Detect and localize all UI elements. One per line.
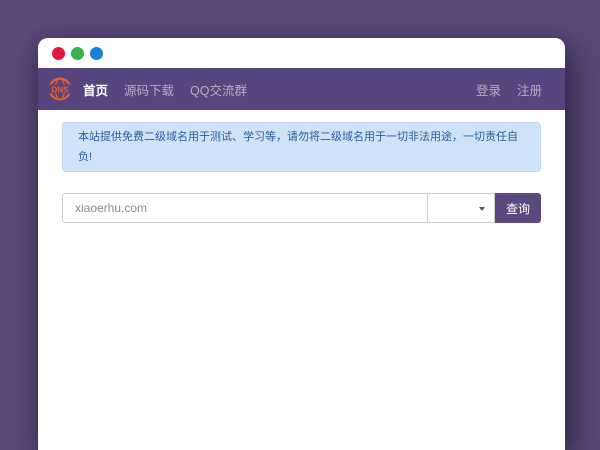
nav-item-qq-group[interactable]: QQ交流群 [190,80,247,99]
domain-input[interactable] [62,193,427,223]
logo-text: DNS [52,85,70,94]
info-alert: 本站提供免费二级域名用于测试、学习等，请勿将二级域名用于一切非法用途，一切责任自… [62,122,541,172]
dns-globe-logo-icon[interactable]: DNS [48,77,72,101]
browser-window: DNS 首页 源码下载 QQ交流群 登录 注册 本站提供免费二级域名用于测试、学… [38,38,565,450]
nav-item-home[interactable]: 首页 [83,80,108,99]
window-dot-blue[interactable] [90,46,103,60]
domain-query-form: 查询 [62,193,541,223]
navbar: DNS 首页 源码下载 QQ交流群 登录 注册 [38,68,565,110]
nav-item-source-download[interactable]: 源码下载 [124,80,174,99]
browser-title-bar [38,38,565,68]
domain-suffix-select[interactable] [428,194,494,222]
register-link[interactable]: 注册 [517,80,542,99]
window-dot-red[interactable] [52,46,65,60]
window-dot-green[interactable] [71,46,84,60]
login-link[interactable]: 登录 [476,80,501,99]
query-button[interactable]: 查询 [495,193,541,223]
domain-suffix-select-wrap [427,193,495,223]
page-content: 本站提供免费二级域名用于测试、学习等，请勿将二级域名用于一切非法用途，一切责任自… [38,110,565,223]
